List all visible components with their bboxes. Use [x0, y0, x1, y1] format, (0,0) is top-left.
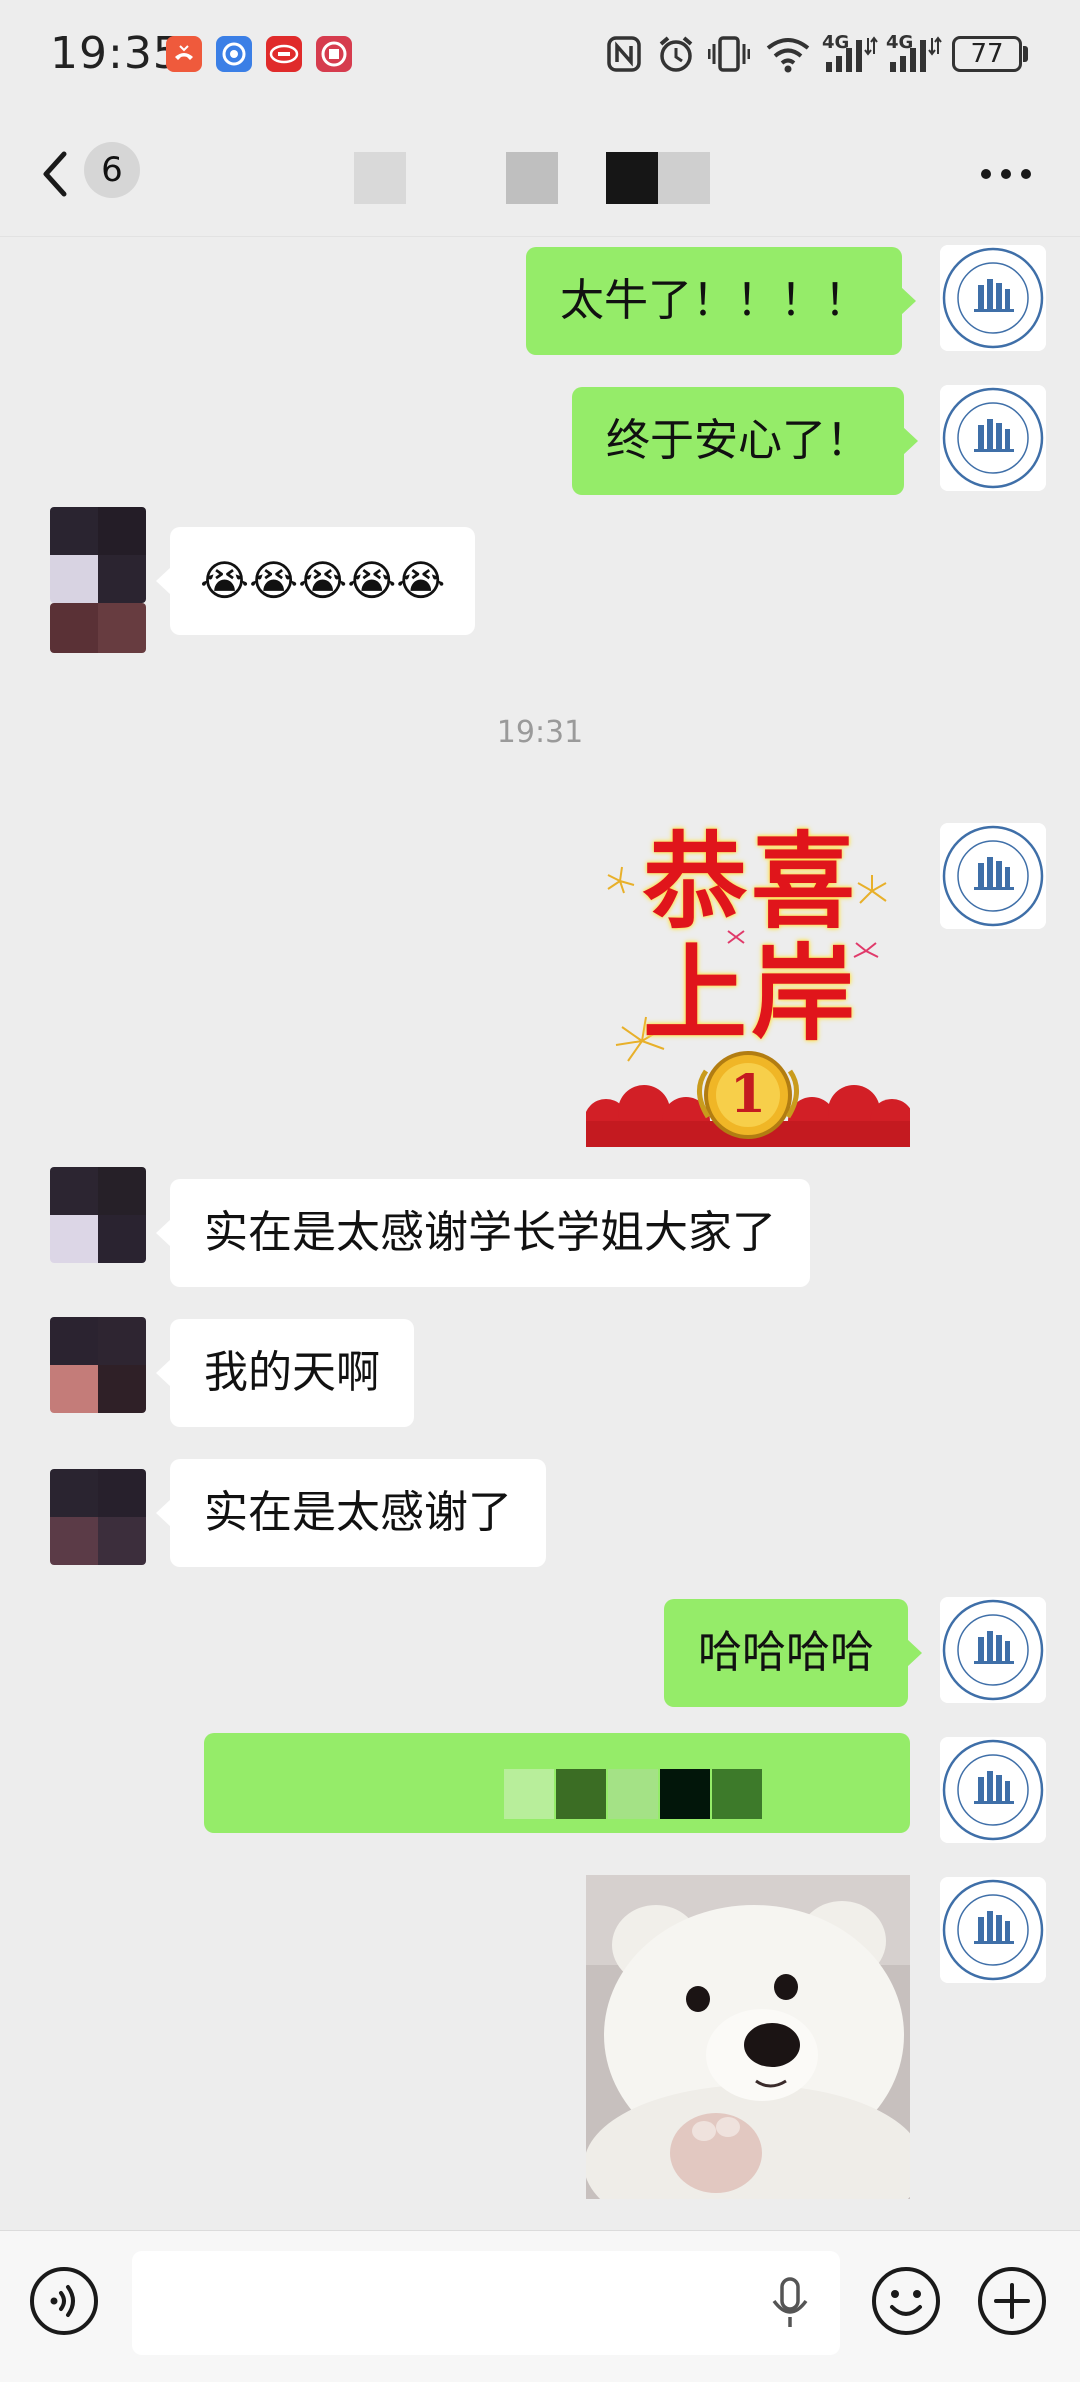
my-avatar[interactable] — [940, 1597, 1046, 1703]
missed-call-icon — [166, 36, 202, 72]
plus-icon — [978, 2267, 1046, 2335]
school-seal-icon — [940, 1737, 1046, 1843]
message-input[interactable] — [132, 2251, 840, 2355]
school-seal-icon — [940, 823, 1046, 929]
voice-input-button[interactable] — [768, 2277, 812, 2331]
back-button[interactable]: 6 — [36, 142, 166, 206]
message-timestamp: 19:31 — [496, 715, 584, 750]
message-list[interactable]: 太牛了！！！！ 终于安心了！ 😭😭😭😭😭 19:31 恭喜 上岸 1 实在是太感… — [0, 236, 1080, 2231]
battery-cap — [1023, 46, 1028, 62]
railway-app-icon — [316, 36, 352, 72]
contact-avatar[interactable] — [50, 507, 146, 603]
sticker-text-line2: 上岸 — [642, 932, 859, 1055]
message-bubble-outgoing[interactable]: 太牛了！！！！ — [526, 247, 916, 355]
vibrate-icon — [708, 36, 750, 72]
medal-number: 1 — [729, 1064, 767, 1125]
ellipsis-icon — [981, 169, 1031, 179]
more-functions-button[interactable] — [976, 2265, 1048, 2337]
my-avatar[interactable] — [940, 245, 1046, 351]
voice-toggle-button[interactable] — [28, 2265, 100, 2337]
school-seal-icon — [940, 1597, 1046, 1703]
my-avatar[interactable] — [940, 385, 1046, 491]
battery-indicator: 77 — [952, 36, 1022, 72]
contact-avatar[interactable] — [50, 1469, 146, 1565]
unread-count-badge: 6 — [84, 142, 140, 198]
message-bubble-outgoing[interactable]: 终于安心了！ — [572, 387, 918, 495]
school-seal-icon — [940, 1877, 1046, 1983]
message-bubble-outgoing[interactable]: 哈哈哈哈 — [664, 1599, 922, 1707]
status-time: 19:35 — [50, 28, 182, 79]
sticker-text-line1: 恭喜 — [642, 821, 859, 943]
wifi-icon — [766, 38, 810, 73]
chat-title-redacted — [350, 152, 710, 204]
status-bar: 19:35 4G 4G 77 — [0, 0, 1080, 112]
signal-icon-sim2: 4G — [886, 30, 942, 78]
chat-header: 6 — [0, 112, 1080, 236]
app-notification-icon — [216, 36, 252, 72]
message-bubble-incoming[interactable]: 😭😭😭😭😭 — [155, 527, 476, 635]
nfc-icon — [607, 36, 641, 72]
byd-app-icon — [266, 36, 302, 72]
white-dog-image — [586, 1875, 910, 2199]
dog-photo-message[interactable] — [586, 1875, 910, 2199]
alarm-icon — [659, 36, 693, 72]
congratulations-sticker[interactable]: 恭喜 上岸 1 — [586, 821, 910, 1147]
message-bubble-redacted[interactable] — [204, 1733, 910, 1833]
message-bubble-incoming[interactable]: 实在是太感谢学长学姐大家了 — [156, 1179, 810, 1287]
my-avatar[interactable] — [940, 823, 1046, 929]
school-seal-icon — [940, 385, 1046, 491]
emoji-button[interactable] — [870, 2265, 942, 2337]
input-bar — [0, 2230, 1080, 2382]
my-avatar[interactable] — [940, 1737, 1046, 1843]
message-bubble-incoming[interactable]: 我的天啊 — [156, 1319, 414, 1427]
signal-icon-sim1: 4G — [822, 30, 878, 78]
contact-avatar-lower — [50, 603, 146, 653]
emoji-icon — [872, 2267, 940, 2335]
voice-icon — [30, 2267, 98, 2335]
school-seal-icon — [940, 245, 1046, 351]
microphone-icon — [772, 2277, 808, 2327]
more-options-button[interactable] — [976, 156, 1036, 192]
contact-avatar[interactable] — [50, 1317, 146, 1413]
message-bubble-incoming[interactable]: 实在是太感谢了 — [156, 1459, 546, 1567]
chevron-left-icon — [43, 151, 67, 197]
chat-screen: 19:35 4G 4G 77 6 太牛了！！！！ 终于安心了！ 😭😭😭😭😭 19… — [0, 0, 1080, 2382]
my-avatar[interactable] — [940, 1877, 1046, 1983]
contact-avatar[interactable] — [50, 1167, 146, 1263]
